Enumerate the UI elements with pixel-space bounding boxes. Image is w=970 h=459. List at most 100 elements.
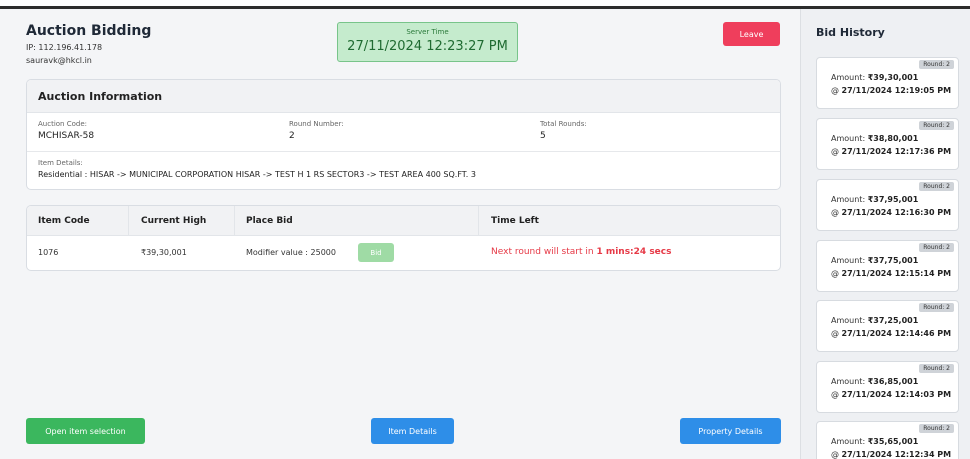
bid-history-item: Round: 2 Amount: ₹37,25,001 @ 27/11/2024 1… — [816, 300, 959, 352]
bid-time: @ 27/11/2024 12:19:05 PM — [831, 86, 951, 95]
bid-timestamp: 27/11/2024 12:19:05 PM — [841, 86, 952, 95]
round-badge: Round: 2 — [919, 121, 954, 130]
bid-timestamp: 27/11/2024 12:17:36 PM — [841, 147, 952, 156]
item-details-label: Item Details: — [38, 159, 83, 167]
bid-amount: Amount: ₹36,85,001 — [831, 377, 918, 386]
amount-value: ₹38,80,001 — [867, 134, 919, 143]
bid-amount: Amount: ₹35,65,001 — [831, 437, 918, 446]
server-time-value: 27/11/2024 12:23:27 PM — [347, 39, 508, 54]
column-header-current-high: Current High — [141, 216, 207, 226]
round-number-cell: Round Number: 2 — [289, 120, 344, 141]
bid-amount: Amount: ₹38,80,001 — [831, 134, 918, 143]
at-prefix: @ — [831, 390, 842, 399]
bid-time: @ 27/11/2024 12:17:36 PM — [831, 147, 951, 156]
amount-prefix: Amount: — [831, 256, 868, 265]
bid-amount: Amount: ₹39,30,001 — [831, 73, 918, 82]
bid-timestamp: 27/11/2024 12:14:46 PM — [841, 329, 952, 338]
amount-prefix: Amount: — [831, 437, 868, 446]
round-badge: Round: 2 — [919, 60, 954, 69]
round-badge: Round: 2 — [919, 303, 954, 312]
bid-timestamp: 27/11/2024 12:15:14 PM — [841, 269, 952, 278]
bid-timestamp: 27/11/2024 12:16:30 PM — [841, 208, 952, 217]
bid-button[interactable]: Bid — [358, 243, 394, 262]
amount-prefix: Amount: — [831, 316, 868, 325]
bid-history-item: Round: 2 Amount: ₹39,30,001 @ 27/11/2024 1… — [816, 57, 959, 109]
amount-value: ₹37,75,001 — [867, 256, 919, 265]
bid-history-sidebar: Bid History Round: 2 Amount: ₹39,30,001 @ … — [800, 9, 970, 459]
round-badge: Round: 2 — [919, 182, 954, 191]
column-header-item-code: Item Code — [38, 216, 90, 226]
amount-value: ₹36,85,001 — [867, 377, 919, 386]
property-details-button[interactable]: Property Details — [680, 418, 781, 444]
current-high-value: ₹39,30,001 — [141, 248, 187, 257]
main-panel: Auction Bidding IP: 112.196.41.178 saura… — [0, 9, 800, 459]
round-badge: Round: 2 — [919, 364, 954, 373]
bid-timestamp: 27/11/2024 12:14:03 PM — [841, 390, 952, 399]
total-rounds-value: 5 — [540, 131, 546, 141]
amount-prefix: Amount: — [831, 73, 868, 82]
round-badge: Round: 2 — [919, 243, 954, 252]
total-rounds-cell: Total Rounds: 5 — [540, 120, 587, 141]
bid-time: @ 27/11/2024 12:16:30 PM — [831, 208, 951, 217]
column-divider — [478, 206, 479, 236]
at-prefix: @ — [831, 208, 842, 217]
server-time-box: Server Time 27/11/2024 12:23:27 PM — [337, 22, 518, 62]
table-header: Item Code Current High Place Bid Time Le… — [27, 206, 780, 236]
bid-time: @ 27/11/2024 12:12:34 PM — [831, 450, 951, 459]
item-details-cell: Item Details: Residential : HISAR -> MUN… — [27, 152, 780, 179]
auction-information-title: Auction Information — [27, 80, 780, 113]
bid-timestamp: 27/11/2024 12:12:34 PM — [841, 450, 952, 459]
at-prefix: @ — [831, 147, 842, 156]
at-prefix: @ — [831, 329, 842, 338]
column-divider — [128, 206, 129, 236]
server-time-label: Server Time — [406, 28, 449, 36]
at-prefix: @ — [831, 86, 842, 95]
bid-time: @ 27/11/2024 12:14:03 PM — [831, 390, 951, 399]
bid-history-item: Round: 2 Amount: ₹38,80,001 @ 27/11/2024 1… — [816, 118, 959, 170]
amount-prefix: Amount: — [831, 134, 868, 143]
round-badge: Round: 2 — [919, 424, 954, 433]
page-title: Auction Bidding — [26, 23, 152, 39]
user-email: sauravk@hkcl.in — [26, 56, 92, 65]
amount-prefix: Amount: — [831, 377, 868, 386]
bid-table: Item Code Current High Place Bid Time Le… — [26, 205, 781, 271]
item-code-value: 1076 — [38, 248, 59, 257]
leave-button[interactable]: Leave — [723, 22, 780, 46]
amount-value: ₹37,25,001 — [867, 316, 919, 325]
top-border — [0, 0, 970, 9]
at-prefix: @ — [831, 269, 842, 278]
column-header-time-left: Time Left — [491, 216, 539, 226]
item-details-value: Residential : HISAR -> MUNICIPAL CORPORA… — [38, 170, 476, 179]
amount-prefix: Amount: — [831, 195, 868, 204]
round-number-label: Round Number: — [289, 120, 344, 128]
table-row: 1076 ₹39,30,001 Modifier value : 25000 B… — [27, 236, 780, 270]
ip-address: IP: 112.196.41.178 — [26, 43, 103, 52]
round-number-value: 2 — [289, 131, 295, 141]
at-prefix: @ — [831, 450, 842, 459]
bid-time: @ 27/11/2024 12:14:46 PM — [831, 329, 951, 338]
auction-information-card: Auction Information Auction Code: MCHISA… — [26, 79, 781, 190]
bid-amount: Amount: ₹37,25,001 — [831, 316, 918, 325]
auction-info-row: Auction Code: MCHISAR-58 Round Number: 2… — [27, 113, 780, 152]
bid-history-item: Round: 2 Amount: ₹36,85,001 @ 27/11/2024 1… — [816, 361, 959, 413]
bid-amount: Amount: ₹37,95,001 — [831, 195, 918, 204]
open-item-selection-button[interactable]: Open item selection — [26, 418, 145, 444]
time-left-status: Next round will start in 1 mins:24 secs — [491, 247, 671, 257]
column-divider — [234, 206, 235, 236]
amount-value: ₹35,65,001 — [867, 437, 919, 446]
bid-amount: Amount: ₹37,75,001 — [831, 256, 918, 265]
auction-code-label: Auction Code: — [38, 120, 87, 128]
amount-value: ₹39,30,001 — [867, 73, 919, 82]
total-rounds-label: Total Rounds: — [540, 120, 587, 128]
column-header-place-bid: Place Bid — [246, 216, 293, 226]
item-details-button[interactable]: Item Details — [371, 418, 454, 444]
auction-code-value: MCHISAR-58 — [38, 131, 95, 141]
bid-history-item: Round: 2 Amount: ₹35,65,001 @ 27/11/2024 1… — [816, 421, 959, 459]
bid-time: @ 27/11/2024 12:15:14 PM — [831, 269, 951, 278]
amount-value: ₹37,95,001 — [867, 195, 919, 204]
bid-history-title: Bid History — [816, 26, 885, 39]
bid-history-item: Round: 2 Amount: ₹37,95,001 @ 27/11/2024 1… — [816, 179, 959, 231]
auction-code-cell: Auction Code: MCHISAR-58 — [38, 120, 94, 141]
modifier-value: Modifier value : 25000 — [246, 248, 336, 257]
time-left-prefix: Next round will start in — [491, 247, 597, 257]
